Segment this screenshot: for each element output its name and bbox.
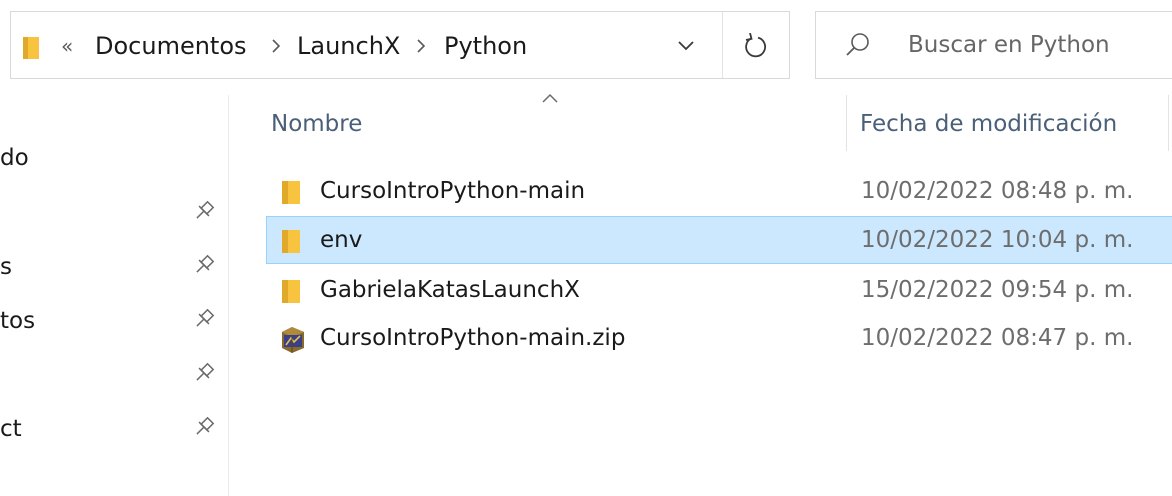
file-name[interactable]: env (320, 225, 362, 255)
file-name[interactable]: CursoIntroPython-main (320, 176, 585, 206)
pin-icon[interactable] (192, 415, 216, 439)
zip-archive-icon (282, 327, 304, 353)
file-row[interactable]: CursoIntroPython-main 10/02/2022 08:48 p… (266, 167, 1172, 215)
refresh-icon (745, 33, 767, 58)
refresh-button[interactable] (723, 12, 789, 78)
folder-icon (23, 37, 39, 59)
breadcrumb-overflow-button[interactable]: « (61, 31, 73, 61)
file-row-selected[interactable]: env 10/02/2022 10:04 p. m. (266, 216, 1172, 264)
breadcrumb-python[interactable]: Python (444, 30, 527, 62)
file-row[interactable]: CursoIntroPython-main.zip 10/02/2022 08:… (266, 314, 1172, 362)
breadcrumb-separator-icon[interactable] (269, 31, 283, 61)
pane-divider[interactable] (228, 95, 229, 496)
column-header-modified[interactable]: Fecha de modificación (860, 108, 1117, 140)
folder-icon (282, 230, 300, 253)
folder-icon (282, 181, 300, 204)
column-divider[interactable] (846, 95, 847, 151)
file-row[interactable]: GabrielaKatasLaunchX 15/02/2022 09:54 p.… (266, 266, 1172, 314)
column-divider[interactable] (1168, 95, 1169, 151)
nav-item-label[interactable]: do (0, 143, 29, 173)
chevron-down-icon[interactable] (675, 34, 697, 56)
file-name[interactable]: CursoIntroPython-main.zip (320, 323, 625, 353)
file-modified-date: 10/02/2022 08:48 p. m. (861, 178, 1134, 204)
search-box[interactable] (815, 11, 1172, 79)
nav-item-label[interactable]: ct (0, 414, 22, 444)
folder-icon (282, 280, 300, 303)
breadcrumb-launchx[interactable]: LaunchX (297, 30, 400, 62)
navigation-pane[interactable]: do s tos ct (0, 95, 228, 496)
search-icon (846, 33, 869, 56)
sort-ascending-icon (542, 93, 558, 103)
nav-item-label[interactable]: tos (0, 306, 35, 336)
pin-icon[interactable] (192, 253, 216, 277)
column-header-name[interactable]: Nombre (271, 108, 362, 140)
pin-icon[interactable] (192, 199, 216, 223)
file-modified-date: 15/02/2022 09:54 p. m. (861, 277, 1134, 303)
pin-icon[interactable] (192, 307, 216, 331)
nav-item-label[interactable]: s (0, 252, 12, 282)
address-bar[interactable]: « Documentos LaunchX Python (10, 11, 790, 79)
breadcrumb-documentos[interactable]: Documentos (95, 30, 247, 62)
breadcrumb-separator-icon[interactable] (414, 31, 428, 61)
pin-icon[interactable] (192, 361, 216, 385)
search-input[interactable] (908, 26, 1168, 64)
file-modified-date: 10/02/2022 10:04 p. m. (861, 227, 1134, 253)
file-name[interactable]: GabrielaKatasLaunchX (320, 275, 580, 305)
file-modified-date: 10/02/2022 08:47 p. m. (861, 325, 1134, 351)
